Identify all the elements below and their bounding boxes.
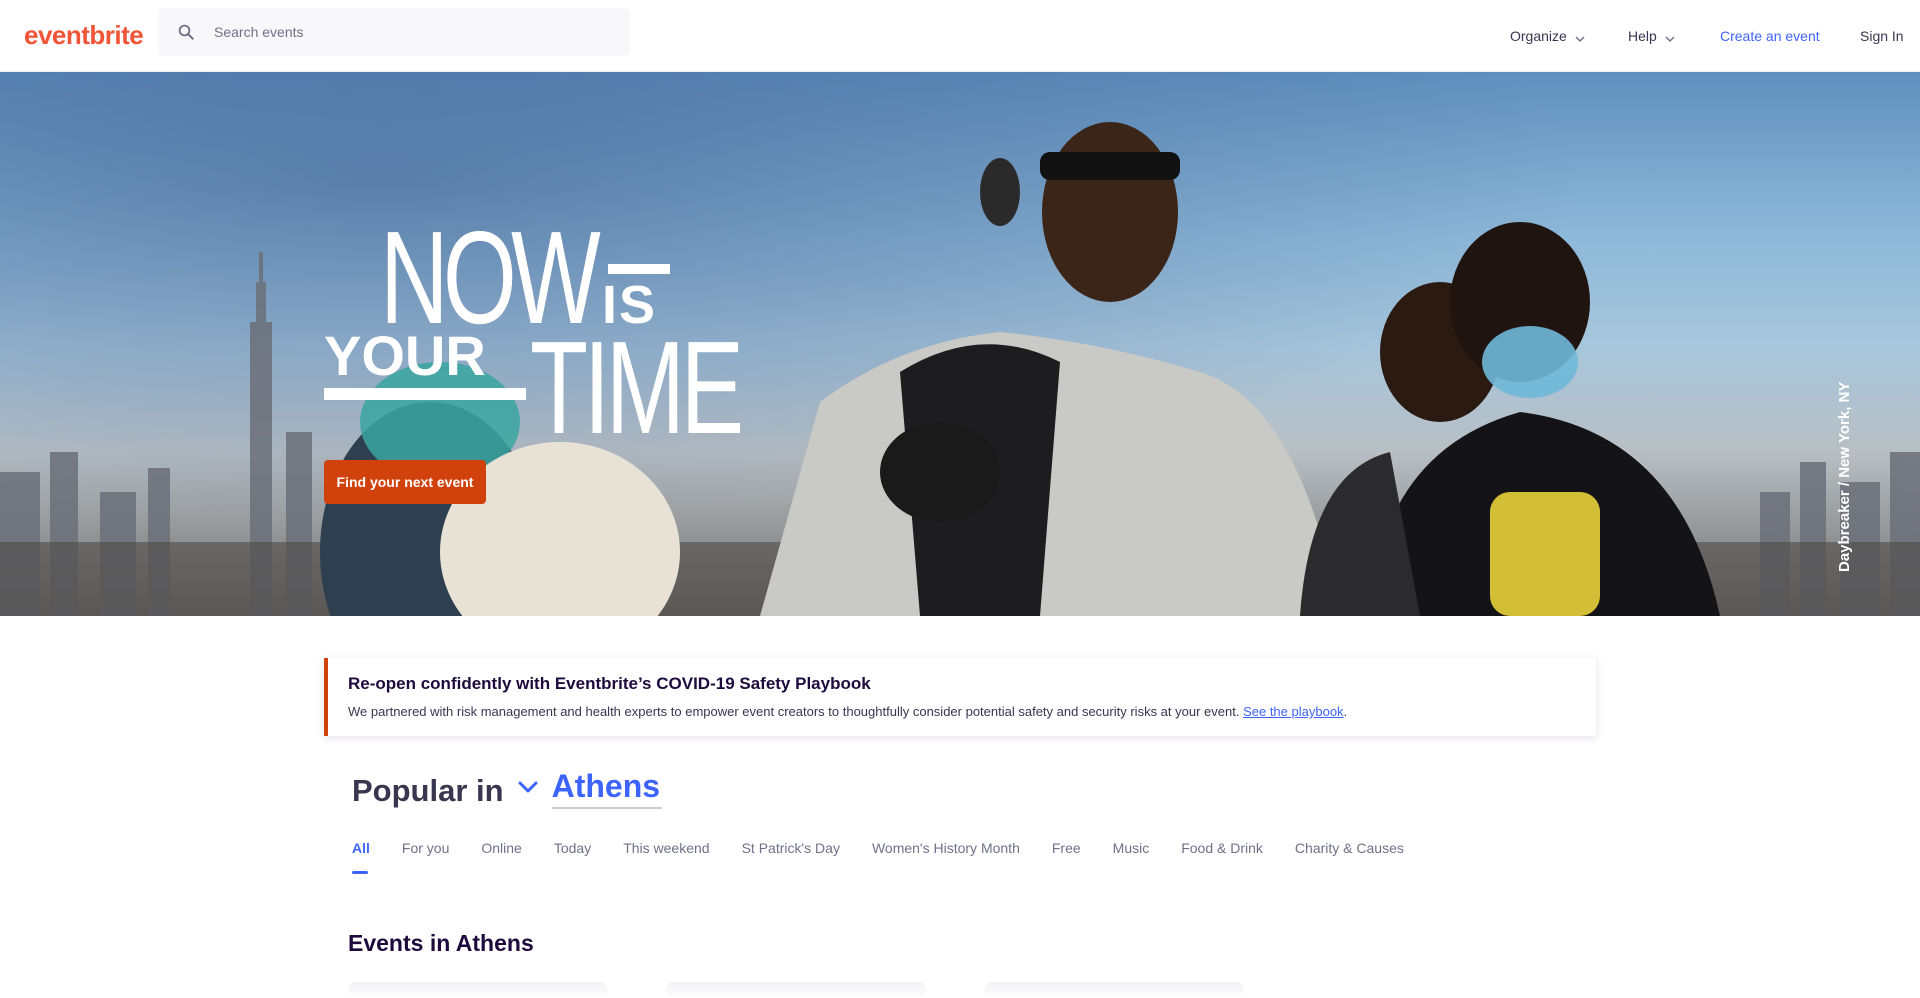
organize-label: Organize: [1510, 28, 1567, 44]
tab-all[interactable]: All: [352, 840, 370, 874]
tab-music[interactable]: Music: [1113, 840, 1150, 868]
search-input[interactable]: [214, 24, 614, 40]
help-label: Help: [1628, 28, 1657, 44]
photo-credit: Daybreaker / New York, NY: [1836, 381, 1853, 572]
tab-today[interactable]: Today: [554, 840, 591, 868]
chevron-down-icon: [1665, 31, 1675, 42]
headline-is-bar: [608, 264, 670, 274]
hero-banner: NOW IS YOUR TIME Find your next event Da…: [0, 72, 1920, 616]
tab-food-drink[interactable]: Food & Drink: [1181, 840, 1263, 868]
organize-menu[interactable]: Organize: [1510, 0, 1585, 72]
tab-womens-history-month[interactable]: Women's History Month: [872, 840, 1020, 868]
sign-in-link[interactable]: Sign In: [1860, 0, 1904, 72]
tab-for-you[interactable]: For you: [402, 840, 449, 868]
hero-photo: [0, 122, 1920, 616]
headline-your-bar: [324, 388, 526, 400]
chevron-down-icon: [1575, 31, 1585, 42]
headline-time: TIME: [530, 314, 744, 461]
search-icon: [158, 8, 214, 56]
covid-banner-body: We partnered with risk management and he…: [348, 704, 1576, 719]
event-card-placeholder: [666, 982, 926, 998]
search-bar[interactable]: [158, 8, 630, 56]
event-card-placeholder: [348, 982, 608, 998]
covid-banner-title: Re-open confidently with Eventbrite’s CO…: [348, 674, 871, 693]
events-heading: Events in Athens: [348, 930, 534, 956]
tab-charity-causes[interactable]: Charity & Causes: [1295, 840, 1404, 868]
chevron-down-icon[interactable]: [518, 780, 538, 799]
tab-free[interactable]: Free: [1052, 840, 1081, 868]
see-playbook-link[interactable]: See the playbook: [1243, 704, 1343, 719]
eventbrite-logo[interactable]: eventbrite: [24, 20, 144, 51]
tab-st-patricks-day[interactable]: St Patrick's Day: [742, 840, 840, 868]
popular-in-label: Popular in: [352, 773, 504, 808]
help-menu[interactable]: Help: [1628, 0, 1675, 72]
top-navigation-bar: eventbrite Organize Help Create an event…: [0, 0, 1920, 72]
popular-in-selector: Popular in Athens: [352, 768, 662, 809]
covid-safety-banner: Re-open confidently with Eventbrite’s CO…: [324, 658, 1596, 736]
create-event-link[interactable]: Create an event: [1720, 0, 1820, 72]
tab-online[interactable]: Online: [481, 840, 521, 868]
category-tabs: All For you Online Today This weekend St…: [352, 840, 1404, 874]
tab-this-weekend[interactable]: This weekend: [623, 840, 709, 868]
headline-your: YOUR: [324, 324, 486, 387]
covid-banner-text: We partnered with risk management and he…: [348, 704, 1240, 719]
location-input[interactable]: Athens: [551, 768, 662, 809]
covid-banner-period: .: [1343, 704, 1348, 719]
event-card-placeholder: [984, 982, 1244, 998]
find-next-event-button[interactable]: Find your next event: [324, 460, 486, 504]
